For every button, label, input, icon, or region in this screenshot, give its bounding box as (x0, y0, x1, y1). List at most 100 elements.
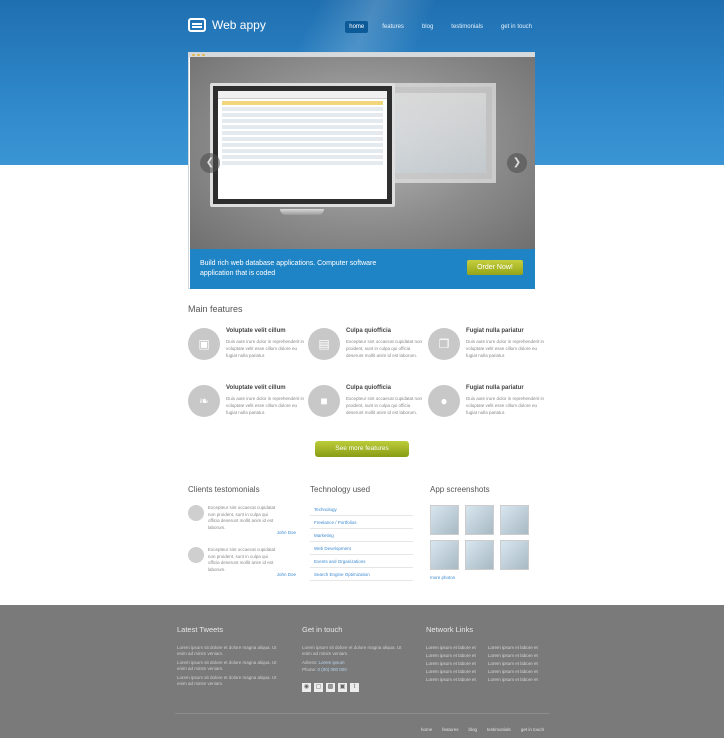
technology-title: Technology used (310, 485, 371, 494)
feature-item: ▤ Culpa quiofficia Excepteur sint occaec… (308, 328, 428, 378)
order-now-button[interactable]: Order Now! (467, 260, 523, 275)
list-item[interactable]: Lorem ipsum et labore et (488, 653, 548, 661)
tweet: Lorem ipsum sit dolore et dolore magna a… (177, 675, 277, 686)
list-item[interactable]: Marketing (310, 529, 413, 542)
list-item[interactable]: Technology (310, 503, 413, 516)
twitter-icon: ❧ (188, 385, 220, 417)
list-item[interactable]: Lorem ipsum et labore et (488, 645, 548, 653)
nav-home[interactable]: home (345, 21, 369, 33)
feature-text: Duis aute irure dolor in reprehenderit i… (226, 396, 305, 415)
list-item[interactable]: Lorem ipsum et labore et (488, 669, 548, 677)
screenshot-thumbnail[interactable] (500, 540, 529, 570)
slide-image: ❮ ❯ (190, 57, 535, 249)
list-item[interactable]: Lorem ipsum et labore et (488, 661, 548, 669)
footer-nav-get-in-touch[interactable]: get in touch (521, 727, 544, 732)
feature-title: Voluptate velit cillum (226, 328, 286, 334)
avatar (188, 505, 204, 521)
cart-icon: ▤ (308, 328, 340, 360)
main-nav: home features blog testimonials get in t… (345, 21, 536, 33)
slider-caption-text: Build rich web database applications. Co… (200, 260, 377, 277)
slider-prev-icon[interactable]: ❮ (200, 153, 220, 173)
screenshot-thumbnail[interactable] (500, 505, 529, 535)
feature-item: ▣ Voluptate velit cillum Duis aute irure… (188, 328, 308, 378)
feature-title: Voluptate velit cillum (226, 385, 286, 391)
nav-get-in-touch[interactable]: get in touch (497, 21, 536, 33)
avatar (188, 547, 204, 563)
list-item[interactable]: Lorem ipsum et labore et (488, 677, 548, 685)
tweet: Lorem ipsum sit dolore et dolore magna a… (177, 645, 277, 656)
testimonial-author[interactable]: John Doe (277, 530, 296, 535)
address-value[interactable]: Lorem ipsum (319, 660, 345, 665)
nav-testimonials[interactable]: testimonials (447, 21, 487, 33)
logo-text: Web appy (212, 18, 266, 32)
phone-value[interactable]: 0 (00) 000 000 (318, 667, 347, 672)
feature-title: Culpa quiofficia (346, 385, 391, 391)
rss-icon[interactable]: ◉ (302, 683, 311, 692)
contact-address: Adress: Lorem ipsum (302, 660, 345, 666)
users-icon: ● (428, 385, 460, 417)
share-icon[interactable]: ▢ (314, 683, 323, 692)
feature-title: Culpa quiofficia (346, 328, 391, 334)
screenshots-title: App screenshots (430, 485, 490, 494)
tweets-title: Latest Tweets (177, 625, 224, 634)
list-item[interactable]: Lorem ipsum et labore et (426, 669, 486, 677)
screenshot-thumbnail[interactable] (465, 540, 494, 570)
list-item[interactable]: Search Engine Optimization (310, 568, 413, 581)
lock-icon: ■ (308, 385, 340, 417)
footer-nav: home features blog testimonials get in t… (421, 727, 544, 732)
testimonial-item: Excepteur sint occaecat cupidatat non pr… (188, 505, 296, 539)
testimonial-text: Excepteur sint occaecat cupidatat non pr… (208, 505, 276, 530)
see-more-features-button[interactable]: See more features (315, 441, 409, 457)
technology-list: Technology Freelance / Portfolios Market… (310, 503, 413, 581)
feature-item: ■ Culpa quiofficia Excepteur sint occaec… (308, 385, 428, 435)
slider-caption: Build rich web database applications. Co… (190, 249, 535, 289)
footer-nav-testimonials[interactable]: testimonials (487, 727, 511, 732)
list-item[interactable]: Lorem ipsum et labore et (426, 645, 486, 653)
digg-icon[interactable]: ▣ (338, 683, 347, 692)
list-item[interactable]: Lorem ipsum et labore et (426, 677, 486, 685)
more-photos-link[interactable]: more photos (430, 575, 455, 580)
list-item[interactable]: Lorem ipsum et labore et (426, 653, 486, 661)
feature-text: Excepteur sint occaecat cupidatat non pr… (346, 396, 423, 415)
footer-nav-blog[interactable]: blog (469, 727, 478, 732)
screenshot-thumbnail[interactable] (430, 540, 459, 570)
feature-text: Duis aute irure dolor in reprehenderit i… (466, 339, 545, 358)
testimonial-text: Excepteur sint occaecat cupidatat non pr… (208, 547, 276, 572)
feature-text: Duis aute irure dolor in reprehenderit i… (226, 339, 305, 358)
feature-text: Duis aute irure dolor in reprehenderit i… (466, 396, 545, 415)
list-item[interactable]: Lorem ipsum et labore et (426, 661, 486, 669)
network-links-col-1: Lorem ipsum et labore et Lorem ipsum et … (426, 645, 486, 685)
address-label: Adress: (302, 660, 318, 665)
twitter-icon[interactable]: t (350, 683, 359, 692)
list-item[interactable]: Web Development (310, 542, 413, 555)
feature-item: ❐ Fugiat nulla pariatur Duis aute irure … (428, 328, 548, 378)
screenshot-thumbnail[interactable] (465, 505, 494, 535)
screenshot-thumbnail[interactable] (430, 505, 459, 535)
network-links-title: Network Links (426, 625, 474, 634)
footer-nav-features[interactable]: features (442, 727, 458, 732)
tweet: Lorem ipsum sit dolore et dolore magna a… (177, 660, 277, 671)
feature-title: Fugiat nulla pariatur (466, 385, 524, 391)
delicious-icon[interactable]: ▩ (326, 683, 335, 692)
footer: Latest Tweets Lorem ipsum sit dolore et … (0, 605, 724, 738)
slider-next-icon[interactable]: ❯ (507, 153, 527, 173)
testimonial-author[interactable]: John Doe (277, 572, 296, 577)
presentation-icon: ▣ (188, 328, 220, 360)
logo[interactable]: Web appy (188, 18, 266, 32)
nav-blog[interactable]: blog (418, 21, 437, 33)
monitor-image (210, 83, 395, 207)
list-item[interactable]: Events and Organizations (310, 555, 413, 568)
testimonial-item: Excepteur sint occaecat cupidatat non pr… (188, 547, 296, 581)
footer-nav-home[interactable]: home (421, 727, 432, 732)
contact-text: Lorem ipsum sit dolore et dolore magna a… (302, 645, 402, 656)
list-item[interactable]: Freelance / Portfolios (310, 516, 413, 529)
feature-text: Excepteur sint occaecat cupidatat non pr… (346, 339, 423, 358)
feature-item: ❧ Voluptate velit cillum Duis aute irure… (188, 385, 308, 435)
nav-features[interactable]: features (378, 21, 408, 33)
feature-item: ● Fugiat nulla pariatur Duis aute irure … (428, 385, 548, 435)
social-links: ◉ ▢ ▩ ▣ t (302, 683, 359, 692)
features-title: Main features (188, 304, 243, 314)
testimonials-title: Clients testomonials (188, 485, 260, 494)
contact-phone: Phone: 0 (00) 000 000 (302, 667, 347, 673)
network-links-col-2: Lorem ipsum et labore et Lorem ipsum et … (488, 645, 548, 685)
